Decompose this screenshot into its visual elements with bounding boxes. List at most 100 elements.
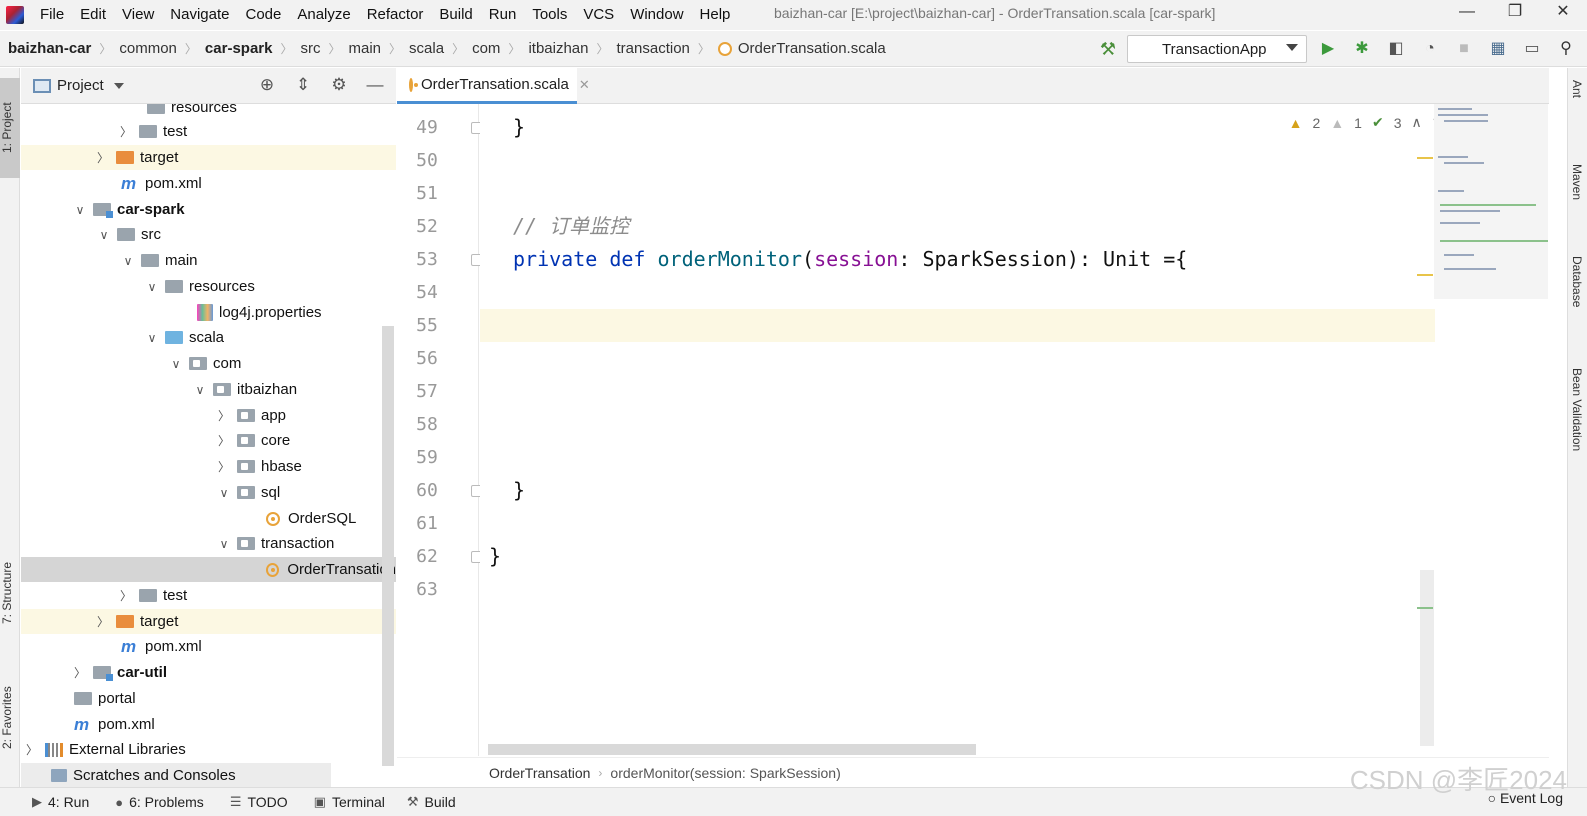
editor-horizontal-scrollbar[interactable] [488,744,976,755]
crumb-itbaizhan[interactable]: itbaizhan [528,40,588,57]
menu-navigate[interactable]: Navigate [162,0,237,30]
tree-item[interactable]: OrderSQL [21,506,396,531]
menu-help[interactable]: Help [692,0,739,30]
tool-tab-favorites[interactable]: 2: Favorites [0,668,20,768]
minimize-icon[interactable]: — [1443,0,1491,26]
menu-run[interactable]: Run [481,0,525,30]
chevron-right-icon[interactable]: 〉 [217,407,231,424]
tree-item[interactable]: ∨ car-spark [21,197,396,222]
chevron-down-icon[interactable]: ∨ [217,486,231,500]
chevron-right-icon[interactable]: 〉 [73,664,87,681]
chevron-down-icon[interactable]: ∨ [193,383,207,397]
inspection-widget[interactable]: ▲2 ▲1 ✔3 ∧ ∨ [1289,114,1442,131]
project-tree-scrollbar[interactable] [382,326,394,766]
build-hammer-icon[interactable]: ⚒ [1097,39,1119,60]
chevron-down-icon[interactable]: ∨ [145,280,159,294]
chevron-right-icon[interactable]: 〉 [96,149,110,166]
menu-tools[interactable]: Tools [524,0,575,30]
collapse-all-icon[interactable]: ⇕ [292,74,314,96]
chevron-up-icon[interactable]: ∧ [1412,114,1422,131]
chevron-down-icon[interactable]: ∨ [121,254,135,268]
tree-item[interactable]: 〉 External Libraries [21,737,396,762]
event-log-button[interactable]: ○ Event Log [1488,790,1563,806]
menu-analyze[interactable]: Analyze [289,0,358,30]
crumb-module[interactable]: car-spark [205,40,273,57]
chevron-right-icon[interactable]: 〉 [25,741,39,758]
chevron-down-icon[interactable] [113,82,124,89]
menu-file[interactable]: File [32,0,72,30]
tree-item[interactable]: Scratches and Consoles [21,763,331,788]
tree-item[interactable]: 〉 car-util [21,660,396,685]
tool-tab-build[interactable]: ⚒ Build [407,794,456,810]
tree-item[interactable]: portal [21,686,396,711]
gear-icon[interactable]: ⚙ [328,74,350,96]
tool-tab-ant[interactable]: Ant [1570,80,1584,98]
stop-icon[interactable]: ■ [1451,36,1477,62]
tree-item[interactable]: ∨ com [21,351,396,376]
chevron-right-icon[interactable]: 〉 [119,123,133,140]
tree-item[interactable]: 〉 test [21,583,396,608]
tree-item[interactable]: OrderTransation [21,557,396,582]
chevron-right-icon[interactable]: 〉 [217,432,231,449]
tree-item[interactable]: ∨ transaction [21,531,396,556]
locate-target-icon[interactable]: ⊕ [256,74,278,96]
crumb-common[interactable]: common [119,40,177,57]
menu-window[interactable]: Window [622,0,691,30]
crumb-com[interactable]: com [472,40,500,57]
crumb-src[interactable]: src [300,40,320,57]
menu-vcs[interactable]: VCS [575,0,622,30]
tool-tab-bean-validation[interactable]: Bean Validation [1570,368,1584,451]
close-icon[interactable]: ✕ [1539,0,1587,26]
menu-view[interactable]: View [114,0,162,30]
tool-tab-database[interactable]: Database [1570,256,1584,307]
crumb-class[interactable]: OrderTransation [489,765,590,781]
code-minimap[interactable] [1434,104,1548,299]
project-structure-icon[interactable]: ▦ [1485,36,1511,62]
tool-tab-todo[interactable]: ☰ TODO [230,794,288,810]
chevron-down-icon[interactable]: ∨ [169,357,183,371]
menu-build[interactable]: Build [431,0,480,30]
terminal-window-icon[interactable]: ▭ [1519,36,1545,62]
tree-item[interactable]: ∨ resources [21,274,396,299]
chevron-down-icon[interactable]: ∨ [145,331,159,345]
tree-item[interactable]: m pom.xml [21,634,396,659]
tree-item[interactable]: resources [21,104,396,120]
chevron-down-icon[interactable]: ∨ [97,228,111,242]
tool-tab-run[interactable]: ▶ 4: Run [32,794,89,810]
close-icon[interactable]: ✕ [579,77,590,93]
tree-item[interactable]: m pom.xml [21,712,396,737]
hide-minus-icon[interactable]: — [364,74,386,96]
tree-item[interactable]: 〉 core [21,428,396,453]
restore-icon[interactable]: ❐ [1491,0,1539,26]
chevron-right-icon[interactable]: 〉 [119,587,133,604]
search-icon[interactable]: ⚲ [1553,36,1579,62]
tree-item[interactable]: 〉 target [21,145,396,170]
project-panel-title[interactable]: Project [57,77,104,94]
tab-order-transation[interactable]: OrderTransation.scala ✕ [397,68,590,104]
coverage-icon[interactable]: ◧ [1383,36,1409,62]
tree-item[interactable]: 〉 app [21,403,396,428]
crumb-project[interactable]: baizhan-car [8,40,91,57]
code-editor[interactable]: } // 订单监控 private def orderMonitor(sessi… [480,104,1435,756]
crumb-scala[interactable]: scala [409,40,444,57]
crumb-main[interactable]: main [349,40,382,57]
menu-edit[interactable]: Edit [72,0,114,30]
tree-item[interactable]: 〉 hbase [21,454,396,479]
tree-item[interactable]: log4j.properties [21,300,396,325]
tree-item[interactable]: ∨ sql [21,480,396,505]
chevron-right-icon[interactable]: 〉 [217,458,231,475]
tree-item[interactable]: ∨ main [21,248,396,273]
warning-marker[interactable] [1417,274,1433,276]
editor-vertical-scrollbar[interactable] [1420,570,1434,746]
menu-refactor[interactable]: Refactor [359,0,432,30]
run-configuration-select[interactable]: TransactionApp [1127,35,1307,63]
run-icon[interactable]: ▶ [1315,36,1341,62]
tool-tab-maven[interactable]: Maven [1570,164,1584,200]
crumb-transaction[interactable]: transaction [617,40,690,57]
crumb-method[interactable]: orderMonitor(session: SparkSession) [610,765,840,781]
tree-item[interactable]: ∨ scala [21,325,396,350]
tool-tab-project[interactable]: 1: Project [0,78,20,178]
tool-tab-terminal[interactable]: ▣ Terminal [314,794,385,810]
tree-item[interactable]: m pom.xml [21,171,396,196]
profile-icon[interactable]: ◔ [1417,36,1443,62]
